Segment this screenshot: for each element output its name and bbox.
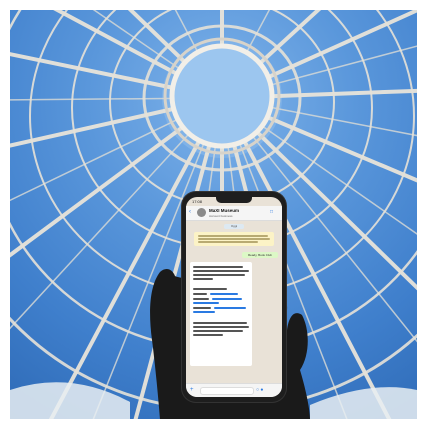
camera-icon[interactable]: ○ ● bbox=[256, 387, 263, 393]
date-label: Oggi bbox=[224, 224, 244, 229]
phone-notch bbox=[216, 197, 252, 203]
camera-icon[interactable]: □ bbox=[270, 209, 273, 215]
chat-area: Oggi Ready, Book Club bbox=[186, 221, 282, 381]
message-input[interactable] bbox=[200, 387, 254, 395]
phone-screen: 17:08 ‹ MaXI Museum Account business □ O… bbox=[186, 197, 282, 397]
avatar[interactable] bbox=[197, 208, 206, 217]
incoming-message bbox=[190, 262, 252, 366]
chevron-left-icon[interactable]: ‹ bbox=[189, 209, 191, 215]
smartphone: 17:08 ‹ MaXI Museum Account business □ O… bbox=[182, 192, 286, 402]
plus-icon[interactable]: + bbox=[190, 387, 194, 393]
message-input-bar: + ○ ● bbox=[186, 383, 282, 397]
system-message bbox=[194, 232, 274, 246]
status-time: 17:08 bbox=[192, 199, 203, 204]
chat-header: ‹ MaXI Museum Account business □ bbox=[186, 206, 282, 221]
chat-title: MaXI Museum bbox=[209, 208, 240, 213]
outgoing-message: Ready, Book Club bbox=[242, 252, 278, 258]
chat-subtitle: Account business bbox=[209, 214, 233, 218]
photo: 17:08 ‹ MaXI Museum Account business □ O… bbox=[10, 10, 417, 419]
